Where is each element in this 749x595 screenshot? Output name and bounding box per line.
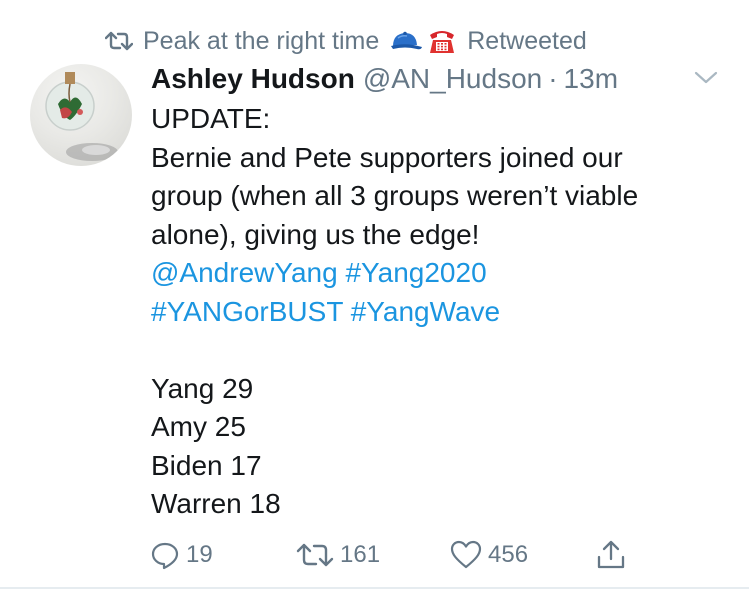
like-button[interactable]: 456 <box>450 536 528 574</box>
result-line: Yang 29 <box>151 372 254 404</box>
tweet-line: group (when all 3 groups weren’t viable <box>151 180 639 211</box>
divider <box>0 587 749 589</box>
hashtag-link[interactable]: #YangWave <box>351 296 500 327</box>
result-line: Biden 17 <box>151 449 262 481</box>
tweet-line: UPDATE: <box>151 103 271 134</box>
share-icon <box>596 539 626 571</box>
retweeter-label[interactable]: Peak at the right time <box>143 27 379 56</box>
retweet-icon <box>105 30 133 52</box>
timestamp[interactable]: 13m <box>564 63 618 95</box>
tweet-line: alone), giving us the edge! <box>151 218 480 250</box>
avatar[interactable] <box>30 64 132 166</box>
retweet-button[interactable]: 161 <box>296 536 380 574</box>
reply-icon <box>150 540 180 570</box>
separator-dot: · <box>548 63 558 94</box>
telephone-emoji <box>427 26 457 56</box>
retweeted-status: Retweeted <box>467 26 587 55</box>
hashtag-link[interactable]: #Yang2020 <box>345 257 486 288</box>
tweet-line: Bernie and Pete supporters joined our <box>151 141 623 173</box>
tweet-text: UPDATE: Bernie and Pete supporters joine… <box>151 100 731 524</box>
action-bar: 19 161 456 <box>150 536 710 574</box>
mention-link[interactable]: @AndrewYang <box>151 257 338 288</box>
display-name[interactable]: Ashley Hudson <box>151 63 355 95</box>
retweet-count: 161 <box>340 541 381 568</box>
share-button[interactable] <box>596 536 626 574</box>
tweet-line-links: @AndrewYang #Yang2020 <box>151 254 731 293</box>
cap-emoji <box>389 30 423 52</box>
tweet-line-links: #YANGorBUST #YangWave <box>151 293 731 332</box>
like-icon <box>450 540 482 570</box>
result-line: Amy 25 <box>151 411 246 442</box>
reply-button[interactable]: 19 <box>150 536 213 574</box>
retweet-context: Peak at the right time Retweeted <box>105 24 587 58</box>
like-count: 456 <box>488 541 529 568</box>
chevron-down-icon[interactable] <box>693 68 719 88</box>
reply-count: 19 <box>186 541 213 568</box>
hashtag-link[interactable]: #YANGorBUST <box>151 296 343 327</box>
tweet-card[interactable]: Peak at the right time Retweeted Ashley … <box>0 0 749 595</box>
user-handle[interactable]: @AN_Hudson <box>363 63 542 95</box>
result-line: Warren 18 <box>151 488 281 519</box>
tweet-header: Ashley Hudson @AN_Hudson · 13m <box>151 60 618 98</box>
retweet-action-icon <box>296 541 334 569</box>
